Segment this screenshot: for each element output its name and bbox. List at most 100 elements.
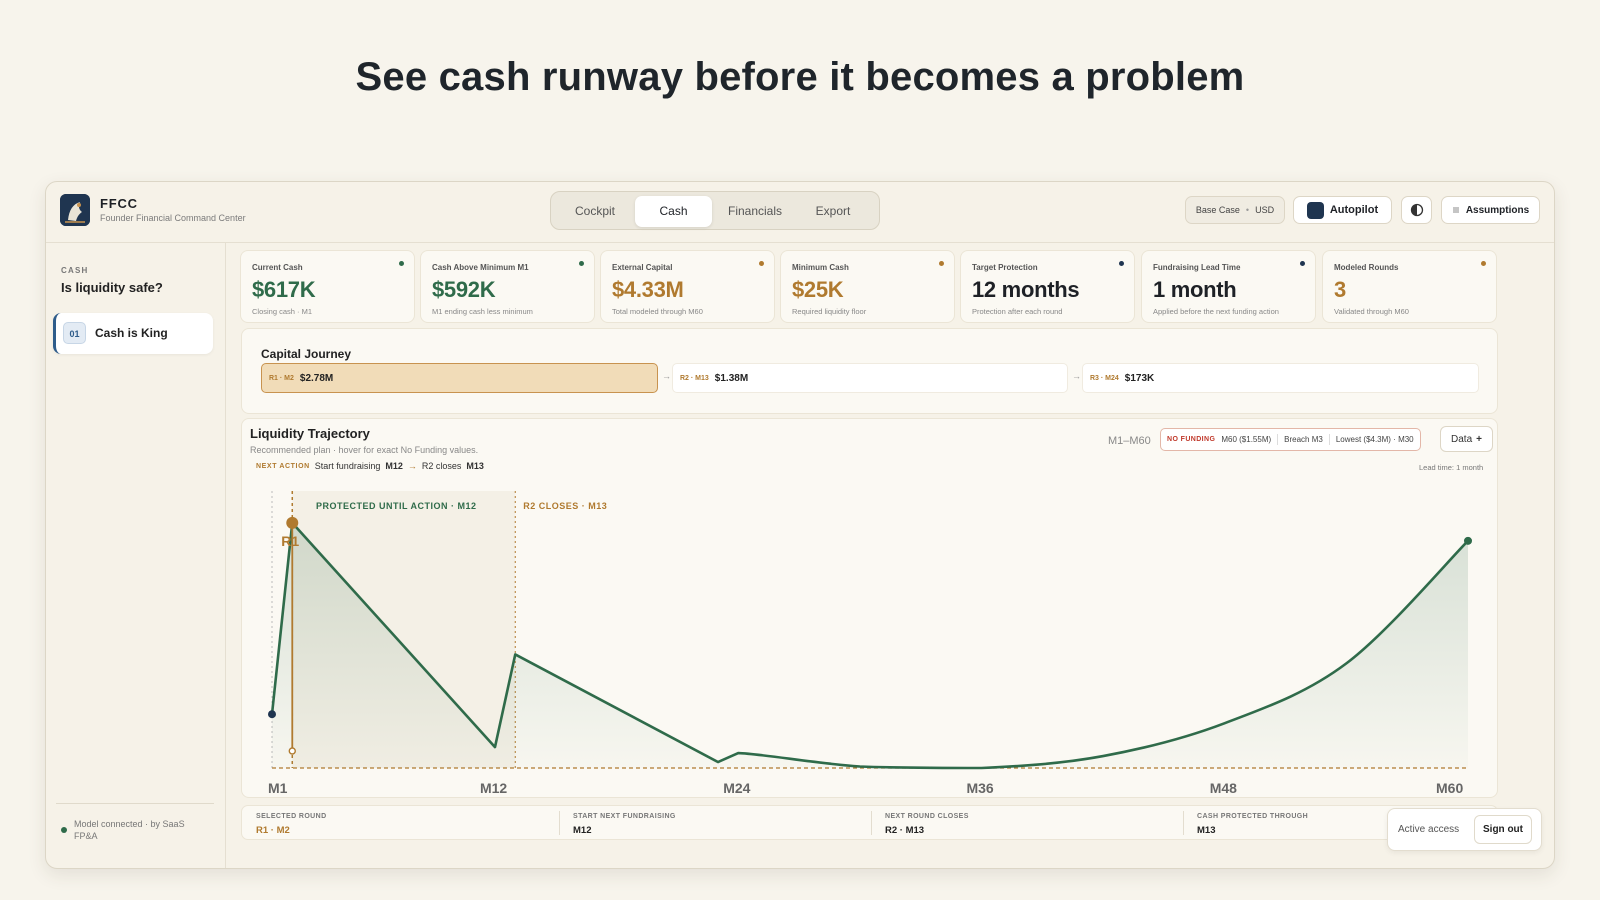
scenario-label: Base Case — [1195, 205, 1240, 215]
summary-value: M12 — [573, 825, 592, 836]
journey-segment-tag: R1 · M2 — [269, 374, 294, 382]
tab-export[interactable]: Export — [797, 196, 869, 227]
kpi-status-dot-icon — [1300, 261, 1305, 266]
round-summary-bar: SELECTED ROUND R1 · M2 START NEXT FUNDRA… — [241, 805, 1498, 840]
kpi-fundraising-lead-time: Fundraising Lead Time 1 month Applied be… — [1141, 250, 1316, 323]
lead-time-note: Lead time: 1 month — [1419, 463, 1484, 472]
sidebar-item-number: 01 — [63, 322, 86, 344]
r1-base-point — [288, 747, 296, 755]
kpi-external-capital: External Capital $4.33M Total modeled th… — [600, 250, 775, 323]
kpi-status-dot-icon — [759, 261, 764, 266]
kpi-label: External Capital — [612, 263, 673, 272]
summary-label: NEXT ROUND CLOSES — [885, 813, 969, 820]
journey-arrow-icon: → — [1072, 371, 1081, 381]
kpi-value: $4.33M — [612, 277, 684, 302]
autopilot-icon — [1306, 201, 1324, 219]
theme-toggle-icon — [1410, 203, 1423, 217]
kpi-sub: Required liquidity floor — [792, 307, 867, 316]
plus-icon: + — [1476, 433, 1482, 445]
journey-segment-tag: R3 · M24 — [1090, 374, 1119, 382]
end-point — [1464, 536, 1472, 545]
menu-lines-icon — [1452, 207, 1459, 213]
kpi-sub: Applied before the next funding action — [1153, 307, 1279, 316]
start-point — [268, 710, 276, 719]
access-panel: Active access Sign out — [1387, 808, 1542, 851]
journey-segment-r3[interactable]: R3 · M24 $173K — [1082, 363, 1479, 393]
next-action-arrow-icon: → — [407, 461, 417, 471]
journey-segment-amount: $2.78M — [299, 372, 334, 384]
theme-toggle-button[interactable] — [1401, 196, 1432, 224]
kpi-sub: Closing cash · M1 — [252, 307, 313, 316]
autopilot-button[interactable]: Autopilot — [1293, 196, 1392, 224]
journey-segment-r2[interactable]: R2 · M13 $1.38M — [672, 363, 1068, 393]
summary-label: SELECTED ROUND — [256, 813, 327, 820]
sidebar-item-cash-is-king[interactable]: 01 Cash is King — [53, 313, 213, 354]
brand-subtitle: Founder Financial Command Center — [100, 213, 246, 223]
assumptions-button[interactable]: Assumptions — [1441, 196, 1540, 224]
kpi-sub: Total modeled through M60 — [612, 307, 703, 316]
no-funding-divider — [1328, 434, 1330, 445]
kpi-status-dot-icon — [1481, 261, 1486, 266]
data-button[interactable]: Data + — [1440, 426, 1493, 452]
journey-arrow-icon: → — [662, 371, 671, 381]
no-funding-label: NO FUNDING — [1167, 436, 1216, 443]
no-funding-summary[interactable]: NO FUNDING M60 ($1.55M) Breach M3 Lowest… — [1160, 428, 1421, 451]
data-button-label: Data — [1451, 433, 1473, 445]
sidebar-divider — [56, 803, 214, 804]
tab-cash[interactable]: Cash — [635, 196, 712, 227]
r2-closes-label: R2 CLOSES · M13 — [523, 501, 607, 511]
journey-segment-tag: R2 · M13 — [680, 374, 709, 382]
no-funding-lowest: Lowest ($4.3M) · M30 — [1335, 435, 1414, 444]
x-tick-label: M48 — [1210, 780, 1237, 796]
tab-cockpit[interactable]: Cockpit — [555, 196, 635, 227]
next-action-label: NEXT ACTION — [256, 462, 310, 470]
next-action-step1-value: M12 — [385, 461, 403, 471]
currency-label: USD — [1255, 205, 1275, 215]
kpi-modeled-rounds: Modeled Rounds 3 Validated through M60 — [1322, 250, 1497, 323]
summary-value: R1 · M2 — [256, 825, 290, 836]
kpi-value: 12 months — [972, 277, 1080, 302]
brand-name: FFCC — [100, 196, 138, 211]
kpi-sub: Protection after each round — [972, 307, 1063, 316]
connection-status: Model connected · by SaaS FP&A — [74, 819, 185, 841]
kpi-label: Cash Above Minimum M1 — [432, 263, 529, 272]
chart-title: Liquidity Trajectory — [250, 426, 370, 441]
x-tick-label: M1 — [268, 780, 288, 796]
kpi-label: Modeled Rounds — [1334, 263, 1399, 272]
tab-financials[interactable]: Financials — [714, 196, 796, 227]
sidebar-question: Is liquidity safe? — [61, 280, 163, 295]
hero-title: See cash runway before it becomes a prob… — [355, 55, 1245, 99]
kpi-target-protection: Target Protection 12 months Protection a… — [960, 250, 1135, 323]
x-tick-label: M24 — [723, 780, 750, 796]
x-tick-label: M12 — [480, 780, 507, 796]
kpi-value: 3 — [1334, 277, 1346, 302]
chart-subtitle: Recommended plan · hover for exact No Fu… — [250, 445, 479, 455]
connection-status-dot-icon — [61, 827, 67, 833]
x-tick-label: M60 — [1436, 780, 1463, 796]
kpi-value: $617K — [252, 277, 316, 302]
scenario-selector[interactable]: Base Case • USD — [1185, 196, 1285, 224]
summary-cash-protected-through: CASH PROTECTED THROUGH M13 — [1183, 806, 1363, 839]
main-tabs: Cockpit Cash Financials Export — [550, 191, 880, 230]
sign-out-button[interactable]: Sign out — [1474, 815, 1532, 844]
liquidity-chart[interactable]: PROTECTED UNTIL ACTION · M12 R2 CLOSES · … — [242, 419, 1499, 799]
no-funding-breach: Breach M3 — [1284, 435, 1323, 444]
kpi-sub: M1 ending cash less minimum — [432, 307, 533, 316]
r1-peak-point — [286, 516, 299, 529]
kpi-label: Minimum Cash — [792, 263, 849, 272]
no-funding-m60: M60 ($1.55M) — [1221, 435, 1272, 444]
next-action-step1-prefix: Start fundraising — [314, 461, 381, 471]
assumptions-label: Assumptions — [1465, 204, 1530, 216]
summary-selected-round: SELECTED ROUND R1 · M2 — [242, 806, 553, 839]
kpi-label: Current Cash — [252, 263, 303, 272]
kpi-cash-above-minimum: Cash Above Minimum M1 $592K M1 ending ca… — [420, 250, 595, 323]
kpi-current-cash: Current Cash $617K Closing cash · M1 — [240, 250, 415, 323]
ffcc-logo-icon[interactable] — [60, 194, 90, 226]
kpi-minimum-cash: Minimum Cash $25K Required liquidity flo… — [780, 250, 955, 323]
active-access-label: Active access — [1398, 824, 1460, 835]
journey-segment-amount: $173K — [1124, 372, 1155, 384]
kpi-label: Fundraising Lead Time — [1153, 263, 1241, 272]
scenario-separator: • — [1245, 205, 1250, 215]
summary-start-next-fundraising: START NEXT FUNDRAISING M12 — [559, 806, 870, 839]
journey-segment-r1[interactable]: R1 · M2 $2.78M — [261, 363, 658, 393]
